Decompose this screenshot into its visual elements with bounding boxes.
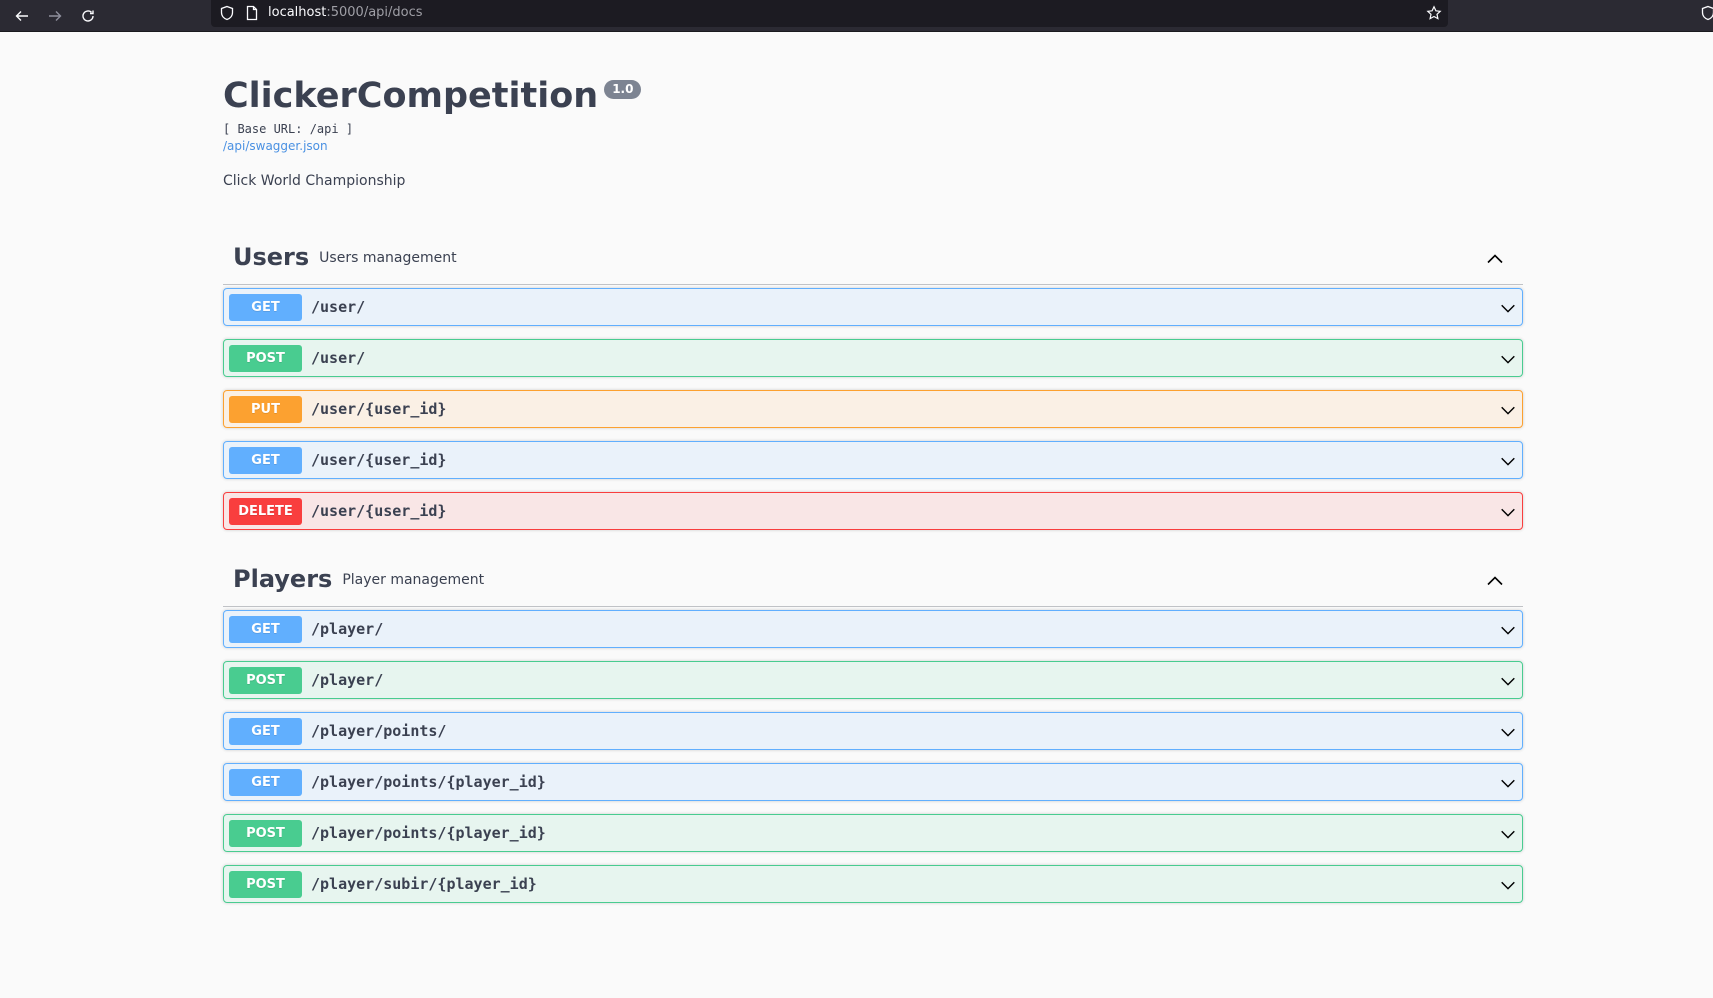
endpoint-path: /player/points/ xyxy=(311,722,447,740)
forward-button[interactable] xyxy=(42,3,68,29)
operation-post-row[interactable]: POST/player/subir/{player_id} xyxy=(223,865,1523,903)
tag-description: Player management xyxy=(342,571,485,588)
endpoint-path: /user/{user_id} xyxy=(311,502,447,520)
method-badge: POST xyxy=(229,344,302,372)
method-badge: GET xyxy=(229,293,302,321)
method-badge: GET xyxy=(229,446,302,474)
tag-header-players[interactable]: Players Player management xyxy=(223,551,1523,607)
arrow-left-icon xyxy=(15,11,28,21)
chevron-down-icon[interactable] xyxy=(1499,350,1517,368)
chevron-down-icon[interactable] xyxy=(1499,503,1517,521)
operation-post-row[interactable]: POST/user/ xyxy=(223,339,1523,377)
chevron-down-icon[interactable] xyxy=(1499,621,1517,639)
url-text[interactable]: localhost:5000/api/docs xyxy=(268,5,423,20)
endpoint-path: /user/ xyxy=(311,298,366,316)
tag-section-users: Users Users management GET/user/POST/use… xyxy=(223,229,1523,543)
shield-icon[interactable] xyxy=(219,5,235,21)
operation-get-row[interactable]: GET/player/points/ xyxy=(223,712,1523,750)
browser-toolbar: localhost:5000/api/docs xyxy=(0,0,1713,32)
operation-delete-row[interactable]: DELETE/user/{user_id} xyxy=(223,492,1523,530)
endpoint-path: /player/ xyxy=(311,671,384,689)
swagger-json-link[interactable]: /api/swagger.json xyxy=(223,139,1523,153)
url-host: localhost xyxy=(268,5,327,20)
endpoint-path: /player/points/{player_id} xyxy=(311,824,546,842)
chevron-down-icon[interactable] xyxy=(1499,452,1517,470)
operations-list-users: GET/user/POST/user/PUT/user/{user_id} GET… xyxy=(223,285,1523,530)
tag-header-users[interactable]: Users Users management xyxy=(223,229,1523,285)
chevron-down-icon[interactable] xyxy=(1499,401,1517,419)
chevron-down-icon[interactable] xyxy=(1499,876,1517,894)
endpoint-path: /user/ xyxy=(311,349,366,367)
operation-put-row[interactable]: PUT/user/{user_id} xyxy=(223,390,1523,428)
operations-list-players: GET/player/POST/player/GET/player/points… xyxy=(223,607,1523,903)
chevron-down-icon[interactable] xyxy=(1499,723,1517,741)
reload-icon xyxy=(82,10,94,22)
base-url: [ Base URL: /api ] xyxy=(223,122,354,136)
chevron-down-icon[interactable] xyxy=(1499,672,1517,690)
star-icon[interactable] xyxy=(1426,5,1442,21)
arrow-right-icon xyxy=(49,11,62,21)
method-badge: POST xyxy=(229,870,302,898)
operation-get-row[interactable]: GET/user/ xyxy=(223,288,1523,326)
chevron-down-icon[interactable] xyxy=(1499,299,1517,317)
api-title: ClickerCompetition xyxy=(223,76,599,116)
operation-post-row[interactable]: POST/player/ xyxy=(223,661,1523,699)
endpoint-path: /player/ xyxy=(311,620,384,638)
operation-post-row[interactable]: POST/player/points/{player_id} xyxy=(223,814,1523,852)
endpoint-path: /player/points/{player_id} xyxy=(311,773,546,791)
operation-get-row[interactable]: GET/user/{user_id} xyxy=(223,441,1523,479)
shield-icon[interactable] xyxy=(1700,5,1713,21)
url-path: :5000/api/docs xyxy=(326,5,423,20)
back-button[interactable] xyxy=(9,3,35,29)
endpoint-path: /player/subir/{player_id} xyxy=(311,875,537,893)
title-row: ClickerCompetition 1.0 xyxy=(223,70,1523,122)
method-badge: PUT xyxy=(229,395,302,423)
chevron-up-icon[interactable] xyxy=(1485,249,1505,269)
chevron-down-icon[interactable] xyxy=(1499,774,1517,792)
chevron-up-icon[interactable] xyxy=(1485,571,1505,591)
method-badge: POST xyxy=(229,666,302,694)
chevron-down-icon[interactable] xyxy=(1499,825,1517,843)
endpoint-path: /user/{user_id} xyxy=(311,400,447,418)
method-badge: POST xyxy=(229,819,302,847)
tag-section-players: Players Player management GET/player/POS… xyxy=(223,551,1523,916)
operation-get-row[interactable]: GET/player/points/{player_id} xyxy=(223,763,1523,801)
page-icon xyxy=(246,5,258,21)
reload-button[interactable] xyxy=(75,3,101,29)
method-badge: GET xyxy=(229,717,302,745)
version-badge: 1.0 xyxy=(604,80,642,99)
method-badge: DELETE xyxy=(229,497,302,525)
api-info: ClickerCompetition 1.0 [ Base URL: /api … xyxy=(223,70,1523,190)
tag-description: Users management xyxy=(319,249,457,266)
api-description: Click World Championship xyxy=(223,173,406,189)
tag-name: Players xyxy=(233,564,333,593)
tag-name: Users xyxy=(233,242,310,271)
method-badge: GET xyxy=(229,768,302,796)
address-bar[interactable]: localhost:5000/api/docs xyxy=(211,0,1448,27)
method-badge: GET xyxy=(229,615,302,643)
endpoint-path: /user/{user_id} xyxy=(311,451,447,469)
operation-get-row[interactable]: GET/player/ xyxy=(223,610,1523,648)
